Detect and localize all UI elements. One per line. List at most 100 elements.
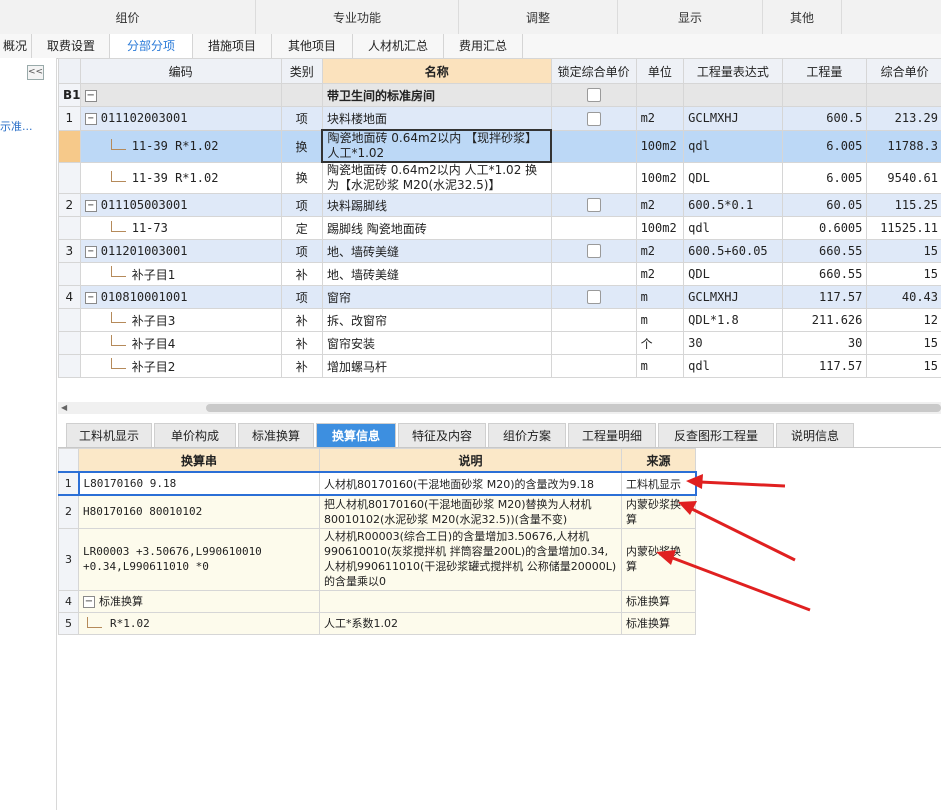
cell-qty[interactable]: 117.57 — [781, 354, 868, 378]
cell-code[interactable]: 11-39 R*1.02 — [79, 129, 282, 163]
cell-qty[interactable]: 117.57 — [781, 285, 868, 309]
cell-type[interactable]: 项 — [280, 285, 323, 309]
cell-expr[interactable]: GCLMXHJ — [683, 106, 783, 131]
collapse-button[interactable]: << — [27, 65, 44, 80]
cell-conversion-string[interactable]: H80170160 80010102 — [78, 494, 320, 529]
cell-code[interactable]: 补子目3 — [79, 308, 282, 332]
cell-name[interactable]: 窗帘安装 — [321, 331, 552, 355]
cell-name[interactable]: 踢脚线 陶瓷地面砖 — [321, 216, 552, 240]
cell-type[interactable]: 补 — [280, 331, 323, 355]
tab-conversion-info[interactable]: 换算信息 — [316, 423, 396, 447]
cell-unit[interactable]: m2 — [635, 262, 685, 286]
cell-conversion-string[interactable]: L80170160 9.18 — [77, 471, 320, 496]
cell-qty[interactable]: 600.5 — [781, 106, 868, 131]
cell-qty[interactable]: 6.005 — [781, 129, 868, 163]
group-pricing[interactable]: 组价 — [0, 0, 256, 34]
tab-description[interactable]: 说明信息 — [776, 423, 854, 447]
cell-expr[interactable]: 600.5+60.05 — [683, 239, 783, 263]
cell-code[interactable]: −011105003001 — [79, 193, 282, 217]
cell-code[interactable]: −011102003001 — [79, 106, 282, 131]
cell-unit[interactable]: m2 — [635, 106, 685, 131]
cell-expr[interactable]: GCLMXHJ — [683, 285, 783, 309]
collapse-toggle-icon[interactable]: − — [84, 245, 97, 258]
table-row[interactable]: 补子目4 补 窗帘安装 个 30 30 15 — [58, 331, 941, 355]
tab-fee-summary[interactable]: 费用汇总 — [444, 34, 523, 58]
cell-name[interactable]: 地、墙砖美缝 — [321, 262, 552, 286]
cell-source[interactable]: 内蒙砂浆换算 — [621, 494, 696, 529]
cell-description[interactable] — [319, 589, 622, 613]
cell-expr[interactable]: qdl — [683, 216, 783, 240]
col-header-name[interactable]: 名称 — [321, 58, 552, 84]
col-header-price[interactable]: 综合单价 — [866, 58, 941, 84]
table-row[interactable]: 2 −011105003001 项 块料踢脚线 m2 600.5*0.1 60.… — [58, 193, 941, 217]
cell-type[interactable]: 换 — [280, 161, 323, 194]
cell-locked[interactable] — [550, 331, 637, 355]
cell-unit[interactable]: m — [635, 285, 685, 309]
lock-checkbox[interactable] — [586, 111, 601, 126]
cell-expr[interactable]: qdl — [683, 354, 783, 378]
cell-price[interactable]: 12 — [866, 308, 941, 332]
col-header-qty[interactable]: 工程量 — [781, 58, 868, 84]
table-row[interactable]: 3 −011201003001 项 地、墙砖美缝 m2 600.5+60.05 … — [58, 239, 941, 263]
cell-code[interactable]: 补子目1 — [79, 262, 282, 286]
cell-name[interactable]: 窗帘 — [321, 285, 552, 309]
cell-name[interactable]: 陶瓷地面砖 0.64m2以内 【现拌砂浆】 人工*1.02 — [321, 129, 553, 163]
horizontal-scrollbar[interactable]: ◀ — [58, 402, 941, 414]
cell-description[interactable]: 人工*系数1.02 — [319, 611, 622, 635]
collapse-toggle-icon[interactable]: − — [84, 112, 97, 125]
cell-price[interactable]: 9540.61 — [866, 161, 941, 194]
cell-unit[interactable]: 100m2 — [635, 216, 685, 240]
tab-measures[interactable]: 措施项目 — [193, 34, 272, 58]
cell-type[interactable]: 项 — [280, 239, 323, 263]
cell-price[interactable]: 15 — [866, 262, 941, 286]
group-adjust[interactable]: 调整 — [459, 0, 618, 34]
cell-source[interactable]: 标准换算 — [621, 611, 696, 635]
table-row[interactable]: 11-39 R*1.02 换 陶瓷地面砖 0.64m2以内 人工*1.02 换为… — [58, 161, 941, 194]
cell-unit[interactable] — [635, 83, 685, 107]
table-row[interactable]: 1 −011102003001 项 块料楼地面 m2 GCLMXHJ 600.5… — [58, 106, 941, 131]
cell-locked[interactable] — [550, 193, 637, 217]
table-row-group[interactable]: B1 − 带卫生间的标准房间 — [58, 83, 941, 107]
cell-code[interactable]: 补子目4 — [79, 331, 282, 355]
cell-locked[interactable] — [550, 129, 637, 163]
cell-price[interactable] — [866, 83, 941, 107]
cell-code[interactable]: 11-39 R*1.02 — [79, 161, 282, 194]
cell-unit[interactable]: m2 — [635, 239, 685, 263]
tab-reverse-graphic[interactable]: 反查图形工程量 — [658, 423, 774, 447]
cell-expr[interactable]: QDL — [683, 161, 783, 194]
col-header-locked[interactable]: 锁定综合单价 — [550, 58, 637, 84]
table-row[interactable]: 3 LR00003 +3.50676,L990610010 +0.34,L990… — [58, 527, 696, 591]
tab-features[interactable]: 特征及内容 — [398, 423, 486, 447]
cell-locked[interactable] — [550, 262, 637, 286]
cell-description[interactable]: 把人材机80170160(干混地面砂浆 M20)替换为人材机80010102(水… — [319, 494, 622, 529]
cell-price[interactable]: 11525.11 — [866, 216, 941, 240]
group-display[interactable]: 显示 — [618, 0, 763, 34]
cell-type[interactable]: 补 — [280, 354, 323, 378]
cell-unit[interactable]: 100m2 — [635, 161, 685, 194]
lock-checkbox[interactable] — [586, 244, 601, 259]
tab-standard-conversion[interactable]: 标准换算 — [238, 423, 314, 447]
cell-type[interactable]: 项 — [280, 106, 323, 131]
col-header-expr[interactable]: 工程量表达式 — [683, 58, 783, 84]
cell-conversion-string[interactable]: LR00003 +3.50676,L990610010 +0.34,L99061… — [78, 527, 320, 591]
cell-unit[interactable]: m2 — [635, 193, 685, 217]
cell-conversion-string[interactable]: R*1.02 — [78, 611, 320, 635]
lock-checkbox[interactable] — [586, 198, 601, 213]
cell-locked[interactable] — [550, 161, 637, 194]
cell-expr[interactable]: QDL — [683, 262, 783, 286]
cell-source[interactable]: 工料机显示 — [621, 471, 697, 496]
tab-resource-summary[interactable]: 人材机汇总 — [353, 34, 444, 58]
cell-qty[interactable]: 211.626 — [781, 308, 868, 332]
cell-type[interactable]: 项 — [280, 193, 323, 217]
cell-type[interactable] — [280, 83, 323, 107]
cell-code[interactable]: − — [79, 83, 282, 107]
cell-name[interactable]: 块料楼地面 — [321, 106, 552, 131]
cell-qty[interactable]: 660.55 — [781, 239, 868, 263]
table-row[interactable]: 补子目3 补 拆、改窗帘 m QDL*1.8 211.626 12 — [58, 308, 941, 332]
cell-code[interactable]: 补子目2 — [79, 354, 282, 378]
cell-type[interactable]: 补 — [280, 308, 323, 332]
cell-description[interactable]: 人材机R00003(综合工日)的含量增加3.50676,人材机990610010… — [319, 527, 622, 591]
cell-type[interactable]: 补 — [280, 262, 323, 286]
lock-checkbox[interactable] — [586, 88, 601, 103]
cell-price[interactable]: 15 — [866, 331, 941, 355]
